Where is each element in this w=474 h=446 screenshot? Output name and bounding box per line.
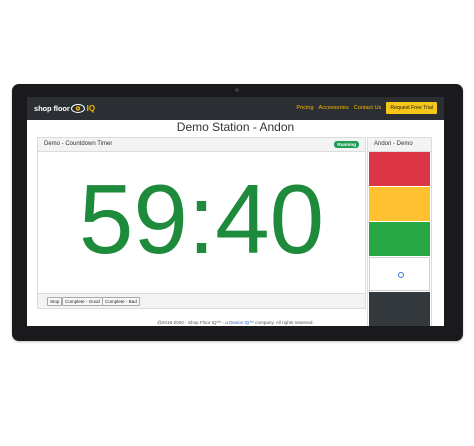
timer-panel-footer: Stop Complete - Good Complete - Bad [38,293,365,308]
brand-logo[interactable]: shop floor IQ [34,102,95,115]
device-iq-link[interactable]: Device IQ™ [229,320,254,325]
timer-panel-title: Demo - Countdown Timer [44,141,113,147]
camera-dot [235,88,239,92]
nav-link-contact[interactable]: Contact Us [354,105,382,111]
screen: shop floor IQ Pricing Accessories Contac… [27,97,444,326]
info-icon [398,272,404,278]
andon-light-green[interactable] [369,222,430,256]
navbar: shop floor IQ Pricing Accessories Contac… [27,97,444,120]
page-title: Demo Station - Andon [176,120,295,134]
timer-panel-header: Demo - Countdown Timer Running [38,138,365,152]
nav-link-accessories[interactable]: Accessories [319,105,349,111]
footer-credit: @2018-2020 - Shop Floor IQ™ - a Device I… [27,320,444,325]
complete-good-button[interactable]: Complete - Good [62,297,103,306]
timer-panel: Demo - Countdown Timer Running 59:40 Sto… [37,137,366,309]
nav-link-pricing[interactable]: Pricing [296,105,313,111]
andon-light-yellow[interactable] [369,187,430,221]
countdown-display: 59:40 [78,164,325,274]
complete-bad-button[interactable]: Complete - Bad [102,297,140,306]
brand-text: shop floor [34,104,70,113]
brand-iq: IQ [86,104,96,113]
status-badge: Running [334,141,359,148]
eye-logo-icon [70,104,85,113]
stop-button[interactable]: Stop [47,297,63,306]
footer-prefix: @2018-2020 - Shop Floor IQ™ - a [157,320,230,325]
andon-light-white[interactable] [369,257,430,291]
andon-panel: Andon - Demo [367,137,432,326]
andon-light-red[interactable] [369,152,430,186]
andon-panel-title: Andon - Demo [374,141,413,147]
request-trial-button[interactable]: Request Free Trial [386,102,437,114]
andon-panel-header: Andon - Demo [368,138,431,152]
footer-suffix: company. All rights reserved. [253,320,314,325]
nav-links: Pricing Accessories Contact Us Request F… [296,102,437,114]
